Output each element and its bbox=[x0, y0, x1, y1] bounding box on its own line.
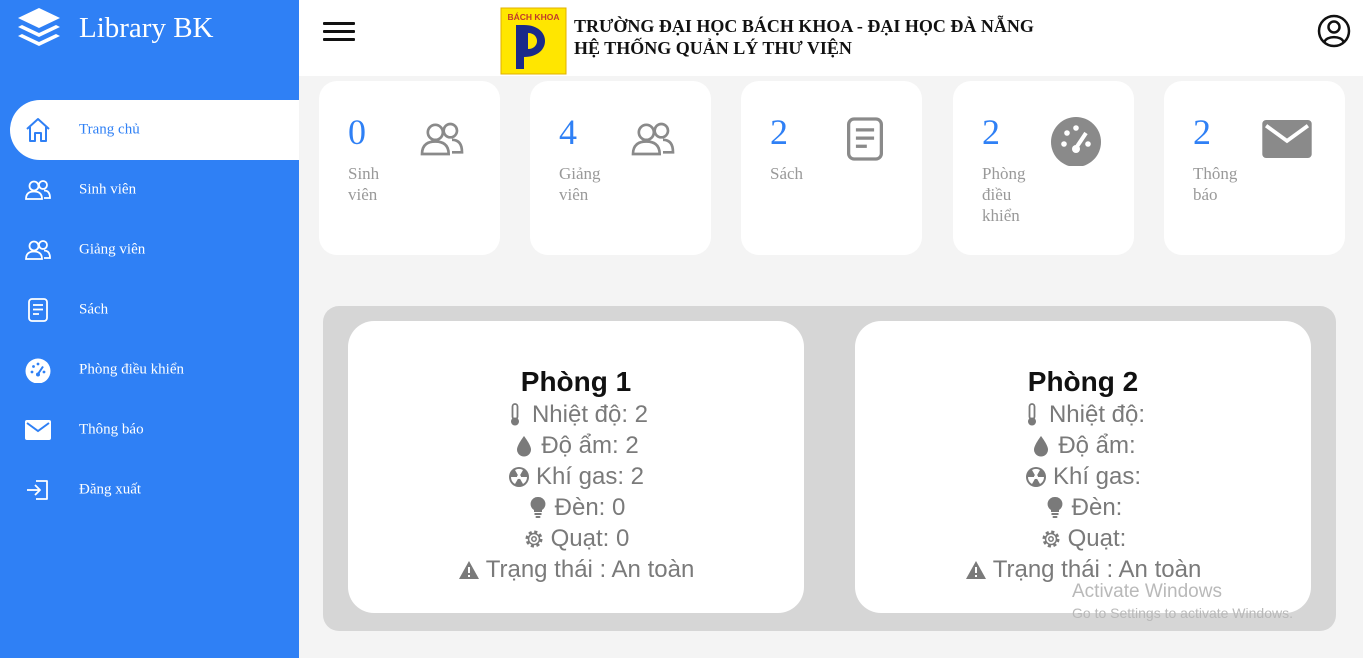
watermark-subtitle: Go to Settings to activate Windows. bbox=[1072, 605, 1293, 621]
school-title: TRƯỜNG ĐẠI HỌC BÁCH KHOA - ĐẠI HỌC ĐÀ NẴ… bbox=[574, 15, 1034, 59]
stat-label: Giảng viên bbox=[559, 164, 601, 204]
room-gas: Khí gas: bbox=[855, 461, 1311, 492]
thermometer-icon bbox=[1021, 402, 1043, 427]
room-status: Trạng thái : An toàn bbox=[348, 554, 804, 585]
sidebar-item-logout[interactable]: Đăng xuất bbox=[0, 460, 299, 520]
radiation-icon bbox=[1025, 465, 1047, 489]
stat-card-books[interactable]: 2 Sách bbox=[741, 81, 922, 255]
home-icon bbox=[24, 116, 52, 144]
stat-count: 2 bbox=[770, 112, 788, 152]
room-humidity: Độ ẩm: bbox=[855, 430, 1311, 461]
sidebar-item-label: Phòng điều khiển bbox=[79, 361, 184, 378]
room-card[interactable]: Phòng 1 Nhiệt độ: 2 Độ ẩm: 2 Khí gas: 2 … bbox=[348, 321, 804, 613]
stat-card-students[interactable]: 0 Sinh viên bbox=[319, 81, 500, 255]
room-fan: Quạt: bbox=[855, 523, 1311, 554]
room-gas-text: Khí gas: bbox=[1052, 463, 1142, 490]
sidebar-item-label: Đăng xuất bbox=[79, 481, 142, 498]
room-title: Phòng 2 bbox=[1027, 366, 1139, 397]
lightbulb-icon bbox=[1044, 496, 1066, 520]
sidebar-item-control-room[interactable]: Phòng điều khiển bbox=[0, 340, 299, 400]
room-temperature: Nhiệt độ: bbox=[855, 399, 1311, 430]
warning-icon bbox=[458, 558, 480, 582]
stat-count: 2 bbox=[1193, 112, 1211, 152]
account-icon[interactable] bbox=[1317, 14, 1351, 48]
room-humidity-text: Độ ẩm: 2 bbox=[541, 432, 639, 459]
dashboard-gauge-icon bbox=[24, 356, 52, 384]
sidebar-item-notifications[interactable]: Thông báo bbox=[0, 400, 299, 460]
warning-icon bbox=[965, 558, 987, 582]
room-light-text: Đèn: bbox=[1071, 494, 1123, 521]
stat-card-notifications[interactable]: 2 Thông báo bbox=[1164, 81, 1345, 255]
room-temperature-text: Nhiệt độ: bbox=[1048, 401, 1146, 428]
stat-label: Phòng điều khiển bbox=[982, 164, 1026, 225]
document-icon bbox=[24, 296, 52, 324]
sidebar-item-students[interactable]: Sinh viên bbox=[0, 160, 299, 220]
logout-icon bbox=[24, 476, 52, 504]
room-card[interactable]: Phòng 2 Nhiệt độ: Độ ẩm: Khí gas: Đèn: Q… bbox=[855, 321, 1311, 613]
stat-label: Thông báo bbox=[1193, 164, 1238, 204]
radiation-icon bbox=[508, 465, 530, 489]
room-fan-text: Quạt: 0 bbox=[550, 525, 630, 552]
layers-icon bbox=[18, 8, 60, 46]
school-logo-text: BÁCH KHOA bbox=[508, 12, 560, 22]
room-gas: Khí gas: 2 bbox=[348, 461, 804, 492]
droplet-icon bbox=[1030, 434, 1052, 458]
room-light: Đèn: 0 bbox=[348, 492, 804, 523]
stat-card-control-room[interactable]: 2 Phòng điều khiển bbox=[953, 81, 1134, 255]
stat-label: Sách bbox=[770, 164, 804, 183]
menu-toggle-icon[interactable] bbox=[323, 22, 355, 42]
watermark-title: Activate Windows bbox=[1072, 581, 1222, 602]
room-humidity-text: Độ ẩm: bbox=[1058, 432, 1136, 459]
system-name: HỆ THỐNG QUẢN LÝ THƯ VIỆN bbox=[574, 38, 852, 58]
school-name: TRƯỜNG ĐẠI HỌC BÁCH KHOA - ĐẠI HỌC ĐÀ NẴ… bbox=[574, 16, 1034, 36]
sidebar-item-books[interactable]: Sách bbox=[0, 280, 299, 340]
gear-icon bbox=[523, 527, 545, 551]
sidebar-item-lecturers[interactable]: Giảng viên bbox=[0, 220, 299, 280]
users-icon bbox=[631, 122, 675, 156]
brand-name: Library BK bbox=[79, 11, 214, 44]
room-humidity: Độ ẩm: 2 bbox=[348, 430, 804, 461]
lightbulb-icon bbox=[527, 496, 549, 520]
gear-icon bbox=[1040, 527, 1062, 551]
room-fan-text: Quạt: bbox=[1067, 525, 1127, 552]
room-status-text: Trạng thái : An toàn bbox=[485, 556, 695, 583]
room-temperature-text: Nhiệt độ: 2 bbox=[531, 401, 649, 428]
room-temperature: Nhiệt độ: 2 bbox=[348, 399, 804, 430]
stat-count: 2 bbox=[982, 112, 1000, 152]
stat-label: Sinh viên bbox=[348, 164, 380, 204]
stat-count: 4 bbox=[559, 112, 577, 152]
sidebar-item-home[interactable]: Trang chủ bbox=[10, 100, 299, 160]
sidebar-item-label: Sách bbox=[79, 301, 109, 318]
envelope-icon bbox=[24, 416, 52, 444]
activation-watermark: Activate Windows Go to Settings to activ… bbox=[1072, 581, 1293, 621]
sidebar: Library BK Trang chủ Sinh viên Giảng viê… bbox=[0, 0, 299, 658]
room-light-text: Đèn: 0 bbox=[554, 494, 626, 521]
document-icon bbox=[847, 117, 883, 161]
brand[interactable]: Library BK bbox=[14, 4, 214, 52]
stat-card-lecturers[interactable]: 4 Giảng viên bbox=[530, 81, 711, 255]
envelope-icon bbox=[1262, 120, 1312, 158]
sidebar-item-label: Giảng viên bbox=[79, 241, 146, 258]
room-fan: Quạt: 0 bbox=[348, 523, 804, 554]
room-title: Phòng 1 bbox=[520, 366, 632, 397]
sidebar-item-label: Trang chủ bbox=[79, 121, 140, 138]
stat-count: 0 bbox=[348, 112, 366, 152]
top-bar: BÁCH KHOA TRƯỜNG ĐẠI HỌC BÁCH KHOA - ĐẠI… bbox=[299, 0, 1363, 76]
sidebar-item-label: Sinh viên bbox=[79, 181, 137, 198]
room-gas-text: Khí gas: 2 bbox=[535, 463, 645, 490]
room-light: Đèn: bbox=[855, 492, 1311, 523]
school-logo: BÁCH KHOA bbox=[500, 7, 567, 75]
users-icon bbox=[420, 122, 464, 156]
droplet-icon bbox=[513, 434, 535, 458]
users-icon bbox=[24, 176, 52, 204]
users-icon bbox=[24, 236, 52, 264]
sidebar-nav: Trang chủ Sinh viên Giảng viên Sách Phòn… bbox=[0, 100, 299, 520]
sidebar-item-label: Thông báo bbox=[79, 421, 144, 438]
thermometer-icon bbox=[504, 402, 526, 427]
dashboard-gauge-icon bbox=[1051, 117, 1101, 166]
